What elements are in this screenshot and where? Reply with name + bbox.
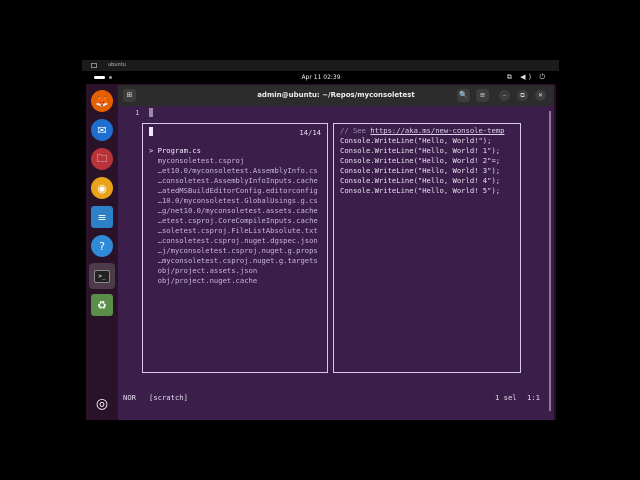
picker-item[interactable]: …atedMSBuildEditorConfig.editorconfig <box>149 186 325 196</box>
help-icon-glyph: ? <box>99 239 105 253</box>
dock: 🦊 ✉ 🗀 ◉ ≡? >_ ♻ ◎ <box>86 84 118 420</box>
file-preview: // See https://aka.ms/new-console-temp C… <box>333 123 521 373</box>
scrollbar[interactable] <box>549 111 551 411</box>
help-icon[interactable]: ? <box>91 235 113 257</box>
minimize-button[interactable]: – <box>499 90 510 101</box>
preview-line: Console.WriteLine("Hello, World!"); <box>340 136 492 145</box>
preview-line: // See https://aka.ms/new-console-temp <box>340 126 518 136</box>
vm-title: ubuntu <box>108 62 126 68</box>
picker-count: 14/14 <box>299 128 321 137</box>
thunderbird-icon-glyph: ✉ <box>97 123 107 137</box>
picker-item[interactable]: …consoletest.csproj.nuget.dgspec.json <box>149 236 325 246</box>
preview-line: Console.WriteLine("Hello, World! 2"=; <box>340 156 501 165</box>
writer-icon-glyph: ≡ <box>97 210 107 224</box>
picker-item[interactable]: myconsoletest.csproj <box>149 156 325 166</box>
files-icon-glyph: 🗀 <box>96 151 108 165</box>
preview-link[interactable]: https://aka.ms/new-console-temp <box>370 126 504 135</box>
gnome-top-bar: Apr 11 02:39 ⧉ ◀) ⏻ <box>86 71 556 84</box>
maximize-button[interactable]: ⧉ <box>517 90 528 101</box>
rhythmbox-icon-glyph: ◉ <box>97 181 107 195</box>
firefox-icon[interactable]: 🦊 <box>91 90 113 112</box>
file-picker[interactable]: 14/14 > Program.cs myconsoletest.csproj … <box>142 123 328 373</box>
window-titlebar: ⊞ admin@ubuntu: ~/Repos/myconsoletest 🔍 … <box>118 85 554 106</box>
close-button[interactable]: ✕ <box>535 90 546 101</box>
search-button[interactable]: 🔍 <box>457 89 470 102</box>
mode-indicator: NOR <box>123 393 136 402</box>
picker-item[interactable]: obj/project.nuget.cache <box>149 276 325 286</box>
preview-line: Console.WriteLine("Hello, World! 1"); <box>340 146 501 155</box>
files-icon[interactable]: 🗀 <box>91 148 113 170</box>
preview-comment: // See <box>340 126 371 135</box>
trash-icon[interactable]: ♻ <box>91 294 113 316</box>
clock[interactable]: Apr 11 02:39 <box>86 71 556 84</box>
terminal-icon[interactable]: >_ <box>89 263 115 289</box>
editor-cursor <box>149 108 153 117</box>
terminal-window: ⊞ admin@ubuntu: ~/Repos/myconsoletest 🔍 … <box>118 85 554 420</box>
menu-button[interactable]: ≡ <box>476 89 489 102</box>
terminal-icon-glyph: >_ <box>94 269 110 283</box>
picker-item[interactable]: …10.0/myconsoletest.GlobalUsings.g.cs <box>149 196 325 206</box>
picker-list: > Program.cs myconsoletest.csproj …et10.… <box>149 146 325 286</box>
desktop: Apr 11 02:39 ⧉ ◀) ⏻ 🦊 ✉ 🗀 ◉ ≡? >_ ♻ ◎ ⊞ admin@u… <box>86 71 556 420</box>
preview-line: Console.WriteLine("Hello, World! 4"); <box>340 176 501 185</box>
firefox-icon-glyph: 🦊 <box>95 94 109 108</box>
picker-item[interactable]: obj/project.assets.json <box>149 266 325 276</box>
preview-line: Console.WriteLine("Hello, World! 3"); <box>340 166 501 175</box>
picker-item[interactable]: …g/net10.0/myconsoletest.assets.cache <box>149 206 325 216</box>
vm-title-bar: ubuntu <box>82 60 559 71</box>
selection-count: 1 sel <box>495 393 517 402</box>
preview-line: Console.WriteLine("Hello, World! 5"); <box>340 186 501 195</box>
rhythmbox-icon[interactable]: ◉ <box>91 177 113 199</box>
line-number: 1 <box>135 108 140 117</box>
thunderbird-icon[interactable]: ✉ <box>91 119 113 141</box>
picker-item[interactable]: …myconsoletest.csproj.nuget.g.targets <box>149 256 325 266</box>
trash-icon-glyph: ♻ <box>97 298 107 312</box>
picker-input-cursor[interactable] <box>149 127 153 136</box>
picker-item[interactable]: …consoletest.AssemblyInfoInputs.cache <box>149 176 325 186</box>
status-line: NOR [scratch] 1 sel 1:1 <box>118 392 554 404</box>
system-tray[interactable]: ⧉ ◀) ⏻ <box>507 71 548 84</box>
picker-item[interactable]: …soletest.csproj.FileListAbsolute.txt <box>149 226 325 236</box>
picker-item[interactable]: …j/myconsoletest.csproj.nuget.g.props <box>149 246 325 256</box>
writer-icon[interactable]: ≡ <box>91 206 113 228</box>
picker-item[interactable]: …etest.csproj.CoreCompileInputs.cache <box>149 216 325 226</box>
picker-item[interactable]: > Program.cs <box>149 146 325 156</box>
helix-editor[interactable]: 1 14/14 > Program.cs myconsoletest.cspro… <box>118 106 554 420</box>
buffer-name: [scratch] <box>149 393 188 402</box>
vm-window-icon <box>91 63 97 68</box>
picker-item[interactable]: …et10.0/myconsoletest.AssemblyInfo.cs <box>149 166 325 176</box>
cursor-position: 1:1 <box>527 393 540 402</box>
show-apps-icon[interactable]: ◎ <box>91 393 113 415</box>
